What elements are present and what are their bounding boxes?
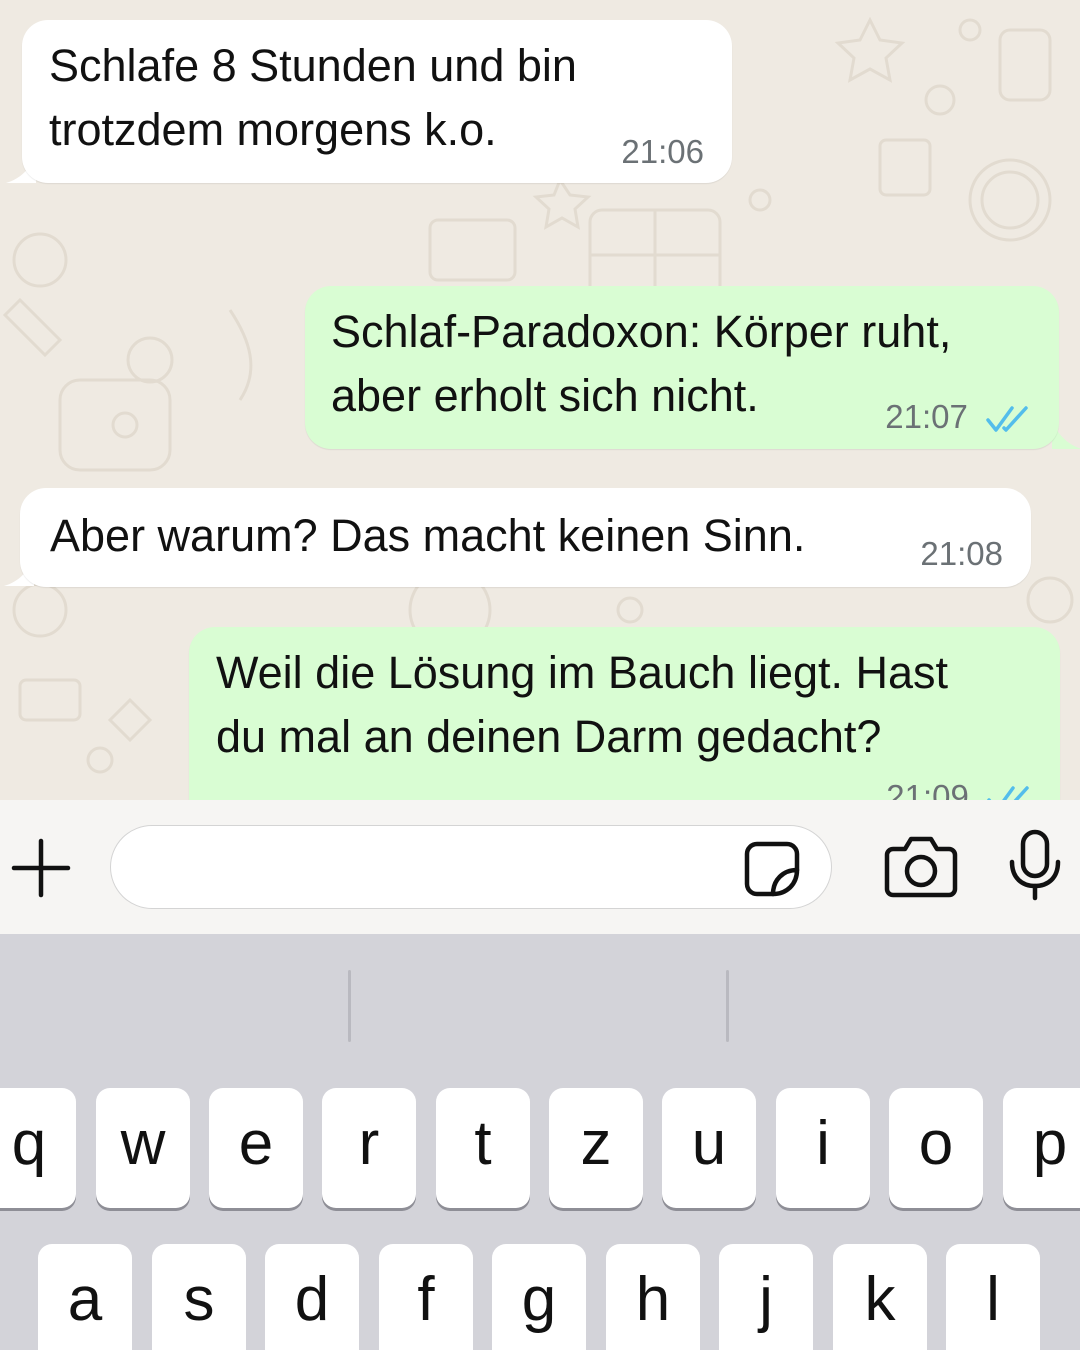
message-incoming[interactable]: Schlafe 8 Stunden und bin trotzdem morge… — [22, 20, 732, 183]
key-u[interactable]: u — [662, 1088, 756, 1208]
message-meta: 21:09 — [886, 777, 1032, 800]
microphone-icon[interactable] — [1006, 828, 1064, 902]
message-input[interactable] — [110, 825, 832, 909]
message-text: Schlafe 8 Stunden und bin trotzdem morge… — [49, 40, 577, 155]
suggestion-divider — [726, 970, 729, 1042]
message-text: Weil die Lösung im Bauch liegt. Hast du … — [216, 647, 949, 762]
camera-icon[interactable] — [883, 833, 959, 899]
message-time: 21:06 — [621, 133, 704, 170]
read-ticks-icon — [987, 786, 1029, 800]
chat-screen: Schlafe 8 Stunden und bin trotzdem morge… — [0, 0, 1080, 1350]
message-incoming[interactable]: Aber warum? Das macht keinen Sinn. 21:08 — [20, 488, 1031, 587]
key-f[interactable]: f — [379, 1244, 473, 1350]
message-outgoing[interactable]: Schlaf-Paradoxon: Körper ruht, aber erho… — [305, 286, 1059, 449]
key-j[interactable]: j — [719, 1244, 813, 1350]
message-time: 21:09 — [886, 778, 969, 800]
read-ticks-icon — [986, 406, 1028, 433]
key-r[interactable]: r — [322, 1088, 416, 1208]
key-k[interactable]: k — [833, 1244, 927, 1350]
key-t[interactable]: t — [436, 1088, 530, 1208]
key-a[interactable]: a — [38, 1244, 132, 1350]
keyboard: q w e r t z u i o p a s d f g h j k l — [0, 934, 1080, 1350]
plus-icon[interactable] — [8, 835, 74, 901]
key-e[interactable]: e — [209, 1088, 303, 1208]
key-d[interactable]: d — [265, 1244, 359, 1350]
sticker-icon[interactable] — [743, 840, 801, 898]
key-h[interactable]: h — [606, 1244, 700, 1350]
message-text: Aber warum? Das macht keinen Sinn. — [50, 510, 806, 561]
suggestion-bar[interactable] — [0, 934, 1080, 1084]
message-time: 21:07 — [885, 398, 968, 435]
key-i[interactable]: i — [776, 1088, 870, 1208]
key-p[interactable]: p — [1003, 1088, 1080, 1208]
key-s[interactable]: s — [152, 1244, 246, 1350]
key-l[interactable]: l — [946, 1244, 1040, 1350]
key-z[interactable]: z — [549, 1088, 643, 1208]
message-outgoing[interactable]: Weil die Lösung im Bauch liegt. Hast du … — [189, 627, 1060, 800]
compose-bar — [0, 800, 1080, 934]
key-q[interactable]: q — [0, 1088, 76, 1208]
message-list[interactable]: Schlafe 8 Stunden und bin trotzdem morge… — [0, 0, 1080, 800]
message-time: 21:08 — [920, 535, 1003, 572]
suggestion-divider — [348, 970, 351, 1042]
key-g[interactable]: g — [492, 1244, 586, 1350]
message-meta: 21:07 — [885, 397, 1031, 437]
key-o[interactable]: o — [889, 1088, 983, 1208]
key-w[interactable]: w — [96, 1088, 190, 1208]
